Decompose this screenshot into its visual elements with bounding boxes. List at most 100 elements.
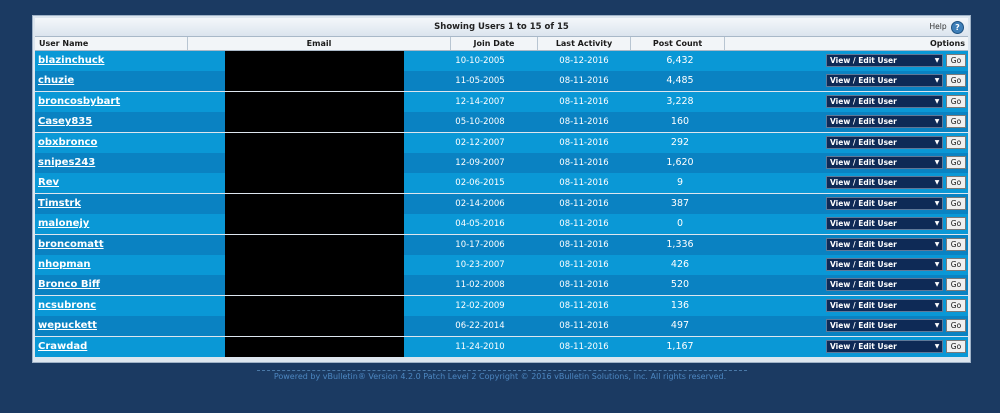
last-activity: 08-11-2016 <box>559 321 609 332</box>
chevron-down-icon[interactable]: ▼ <box>932 279 942 291</box>
chevron-down-icon[interactable]: ▼ <box>932 320 942 332</box>
select-value: View / Edit User <box>830 239 897 249</box>
go-button[interactable]: Go <box>946 176 966 190</box>
join-date: 11-24-2010 <box>455 341 505 352</box>
username-link[interactable]: broncomatt <box>38 235 104 255</box>
username-link[interactable]: nhopman <box>38 255 91 275</box>
user-options-select[interactable]: View / Edit User ▼ <box>826 74 943 88</box>
go-button[interactable]: Go <box>946 258 966 271</box>
post-count: 9 <box>676 177 684 189</box>
user-options-select[interactable]: View / Edit User ▼ <box>826 298 943 312</box>
post-count: 0 <box>676 218 684 230</box>
email-redacted <box>225 214 404 235</box>
user-options-select[interactable]: View / Edit User ▼ <box>826 339 943 353</box>
join-date: 06-22-2014 <box>455 321 505 332</box>
column-header-join-date[interactable]: Join Date <box>451 37 538 50</box>
username-link[interactable]: wepuckett <box>38 316 97 336</box>
chevron-down-icon[interactable]: ▼ <box>932 218 942 230</box>
username-link[interactable]: Timstrk <box>38 194 81 214</box>
join-date: 04-05-2016 <box>455 219 505 230</box>
post-count: 1,167 <box>666 340 694 352</box>
select-value: View / Edit User <box>830 321 897 331</box>
post-count: 292 <box>670 136 690 148</box>
column-header-options: Options <box>929 39 965 48</box>
join-date: 02-12-2007 <box>455 137 505 148</box>
user-options-select[interactable]: View / Edit User ▼ <box>826 115 943 129</box>
go-button[interactable]: Go <box>946 54 966 67</box>
go-button[interactable]: Go <box>946 319 966 333</box>
column-header-last-activity[interactable]: Last Activity <box>538 37 631 50</box>
username-link[interactable]: Rev <box>38 173 59 193</box>
column-header-post-count[interactable]: Post Count <box>631 37 725 50</box>
username-link[interactable]: obxbronco <box>38 133 97 153</box>
join-date: 10-17-2006 <box>455 239 505 250</box>
chevron-down-icon[interactable]: ▼ <box>932 177 942 189</box>
username-link[interactable]: snipes243 <box>38 153 95 173</box>
user-options-select[interactable]: View / Edit User ▼ <box>826 54 943 67</box>
go-button[interactable]: Go <box>946 135 966 149</box>
go-button[interactable]: Go <box>946 156 966 169</box>
chevron-down-icon[interactable]: ▼ <box>932 299 942 311</box>
user-options-select[interactable]: View / Edit User ▼ <box>826 176 943 190</box>
chevron-down-icon[interactable]: ▼ <box>932 157 942 168</box>
go-button[interactable]: Go <box>946 196 966 210</box>
go-button[interactable]: Go <box>946 339 966 353</box>
last-activity: 08-11-2016 <box>559 76 609 87</box>
user-options-select[interactable]: View / Edit User ▼ <box>826 278 943 292</box>
username-link[interactable]: Casey835 <box>38 112 92 132</box>
username-link[interactable]: Bronco Biff <box>38 275 100 295</box>
post-count: 497 <box>670 320 690 332</box>
user-options-select[interactable]: View / Edit User ▼ <box>826 319 943 333</box>
email-redacted <box>225 153 404 173</box>
chevron-down-icon[interactable]: ▼ <box>932 75 942 87</box>
chevron-down-icon[interactable]: ▼ <box>932 238 942 250</box>
chevron-down-icon[interactable]: ▼ <box>932 340 942 352</box>
go-button[interactable]: Go <box>946 217 966 231</box>
user-options-select[interactable]: View / Edit User ▼ <box>826 135 943 149</box>
column-header-email[interactable]: Email <box>188 37 451 50</box>
table-row: ncsubronc 12-02-2009 08-11-2016 136 View / E… <box>35 295 968 316</box>
post-count: 160 <box>670 116 690 128</box>
user-options-select[interactable]: View / Edit User ▼ <box>826 94 943 108</box>
chevron-down-icon[interactable]: ▼ <box>932 55 942 66</box>
email-redacted <box>225 112 404 133</box>
go-button[interactable]: Go <box>946 115 966 129</box>
last-activity: 08-11-2016 <box>559 280 609 291</box>
email-redacted <box>225 71 404 92</box>
join-date: 10-10-2005 <box>455 56 505 66</box>
go-button[interactable]: Go <box>946 74 966 88</box>
table-header: User Name Email Join Date Last Activity … <box>35 37 968 51</box>
help-link[interactable]: Help ? <box>930 20 964 34</box>
chevron-down-icon[interactable]: ▼ <box>932 136 942 148</box>
username-link[interactable]: chuzie <box>38 71 74 91</box>
last-activity: 08-11-2016 <box>559 96 609 107</box>
go-button[interactable]: Go <box>946 298 966 312</box>
chevron-down-icon[interactable]: ▼ <box>932 259 942 270</box>
join-date: 12-14-2007 <box>455 96 505 107</box>
chevron-down-icon[interactable]: ▼ <box>932 116 942 128</box>
column-header-username[interactable]: User Name <box>35 37 188 50</box>
select-value: View / Edit User <box>830 117 897 127</box>
user-options-select[interactable]: View / Edit User ▼ <box>826 217 943 231</box>
table-row: Timstrk 02-14-2006 08-11-2016 387 View / Edi… <box>35 193 968 214</box>
username-link[interactable]: blazinchuck <box>38 51 104 71</box>
user-options-select[interactable]: View / Edit User ▼ <box>826 237 943 251</box>
help-icon[interactable]: ? <box>951 20 964 34</box>
post-count: 136 <box>670 299 690 311</box>
username-link[interactable]: Crawdad <box>38 337 87 357</box>
table-row: Rev 02-06-2015 08-11-2016 9 View / Edit User… <box>35 173 968 194</box>
chevron-down-icon[interactable]: ▼ <box>932 95 942 107</box>
last-activity: 08-11-2016 <box>559 198 609 209</box>
chevron-down-icon[interactable]: ▼ <box>932 197 942 209</box>
username-link[interactable]: ncsubronc <box>38 296 96 316</box>
user-options-select[interactable]: View / Edit User ▼ <box>826 258 943 271</box>
go-button[interactable]: Go <box>946 237 966 251</box>
go-button[interactable]: Go <box>946 94 966 108</box>
username-link[interactable]: malonejy <box>38 214 89 234</box>
email-redacted <box>225 193 404 214</box>
username-link[interactable]: broncosbybart <box>38 92 120 112</box>
table-row: Crawdad 11-24-2010 08-11-2016 1,167 View / E… <box>35 336 968 357</box>
user-options-select[interactable]: View / Edit User ▼ <box>826 156 943 169</box>
go-button[interactable]: Go <box>946 278 966 292</box>
user-options-select[interactable]: View / Edit User ▼ <box>826 196 943 210</box>
